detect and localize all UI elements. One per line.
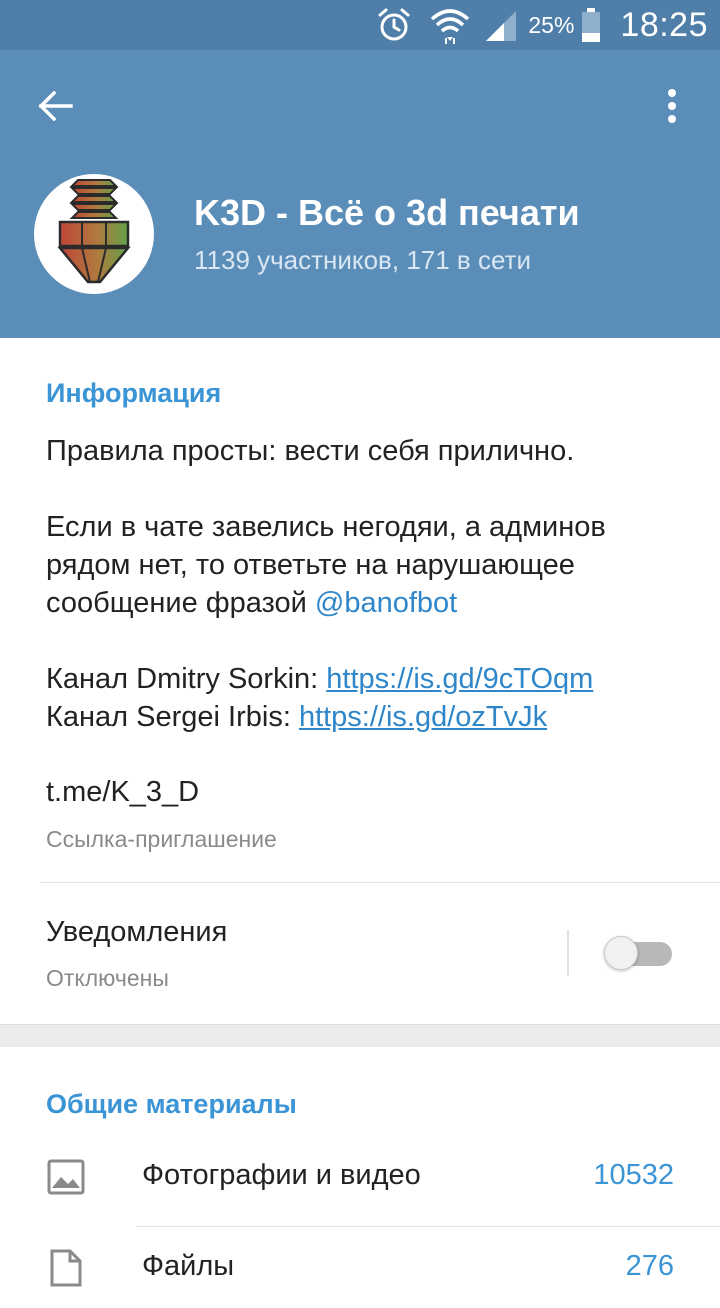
battery-percent: 25% [528,11,575,38]
clock: 18:25 [620,5,708,44]
channel2-link[interactable]: https://is.gd/ozTvJk [299,701,547,733]
chat-title: K3D - Всё о 3d печати [194,192,580,233]
file-icon [50,1249,82,1287]
channel1-link[interactable]: https://is.gd/9cTOqm [326,663,593,695]
files-count: 276 [625,1250,674,1282]
image-icon [47,1159,85,1195]
files-row[interactable]: Файлы 276 [0,1228,720,1308]
channel1-line: Канал Dmitry Sorkin: https://is.gd/9cTOq… [46,660,686,698]
section-gap [0,1024,720,1047]
info-section-title: Информация [46,378,222,408]
shared-media-title: Общие материалы [46,1089,297,1119]
files-label: Файлы [142,1250,235,1282]
toggle-knob [604,936,638,970]
invite-link[interactable]: t.me/K_3_D [46,776,199,809]
status-bar: 25% 18:25 [0,0,720,50]
channel1-label: Канал Dmitry Sorkin: [46,663,327,695]
ban-bot-paragraph: Если в чате завелись негодяи, а админов … [46,508,686,622]
more-vertical-icon [668,89,676,123]
photos-videos-count: 10532 [593,1159,674,1191]
member-count: 1139 участников, 171 в сети [194,245,531,275]
invite-link-caption: Ссылка-приглашение [46,826,277,852]
chat-description: Правила просты: вести себя прилично. Есл… [46,432,686,736]
battery-icon [582,8,601,42]
nozzle-logo-icon [57,179,131,284]
rules-text: Правила просты: вести себя прилично. [46,435,575,467]
channel2-line: Канал Sergei Irbis: https://is.gd/ozTvJk [46,698,686,736]
chat-header: K3D - Всё о 3d печати 1139 участников, 1… [0,50,720,338]
notifications-toggle[interactable] [604,936,672,970]
photos-videos-label: Фотографии и видео [142,1159,421,1191]
channel2-label: Канал Sergei Irbis: [46,701,299,733]
info-section: Информация Правила просты: вести себя пр… [0,338,720,1024]
signal-icon [486,11,517,41]
vertical-separator [567,930,569,976]
arrow-left-icon [38,91,73,121]
notifications-label[interactable]: Уведомления [46,916,227,949]
wifi-icon [431,9,470,44]
photos-videos-row[interactable]: Фотографии и видео 10532 [0,1137,720,1217]
group-avatar[interactable] [34,174,154,294]
banofbot-mention[interactable]: @banofbot [315,587,457,619]
status-icons: 25% 18:25 [374,0,720,50]
notifications-state: Отключены [46,965,169,991]
alarm-icon [378,8,410,41]
back-button[interactable] [24,82,88,130]
more-options-button[interactable] [648,82,696,130]
divider [40,882,720,883]
divider [136,1226,720,1227]
